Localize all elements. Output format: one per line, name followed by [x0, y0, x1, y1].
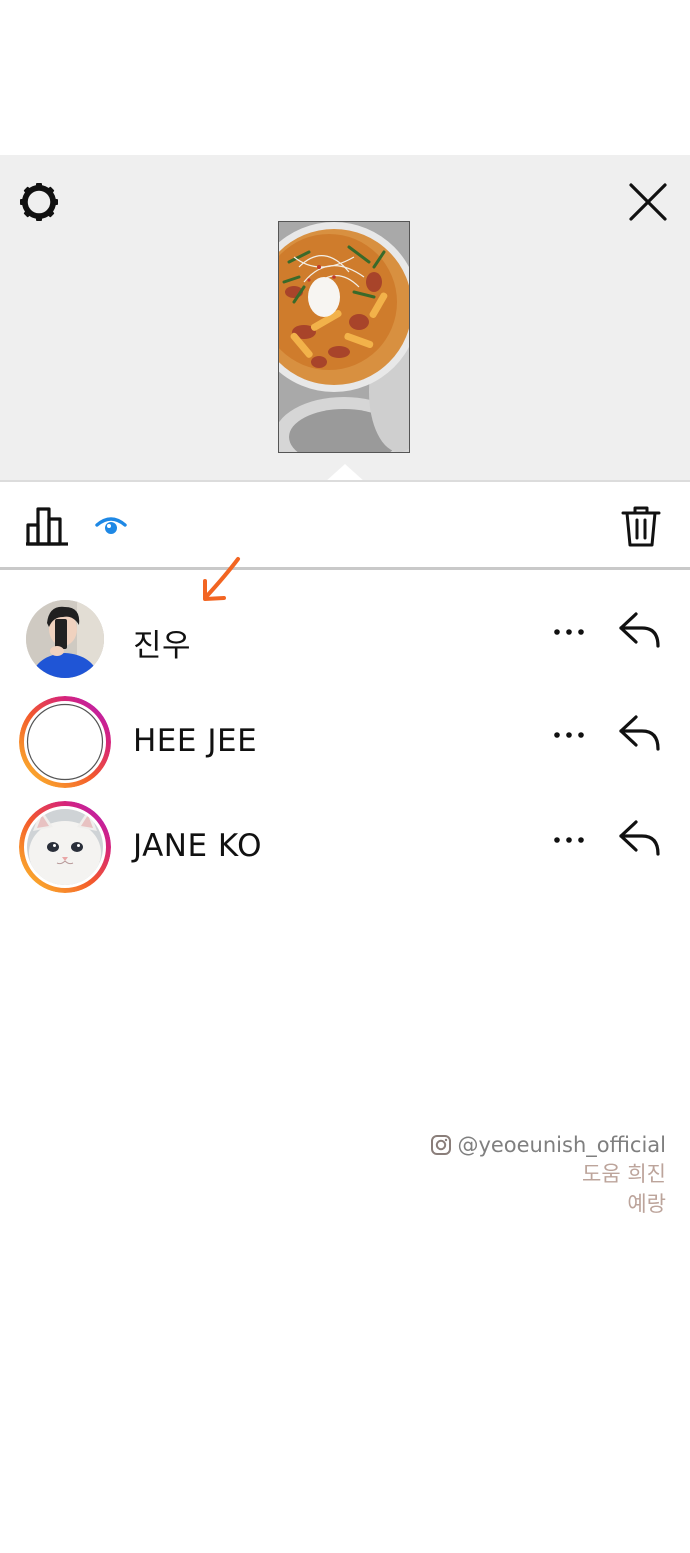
close-button[interactable] [626, 180, 670, 224]
reply-button[interactable] [616, 713, 664, 753]
reply-button[interactable] [616, 818, 664, 858]
story-thumbnail[interactable] [278, 221, 410, 453]
viewer-row[interactable]: JANE KO [0, 798, 690, 898]
reply-arrow-icon [619, 820, 660, 856]
credit-handle-row: @yeoeunish_official [430, 1133, 666, 1157]
viewer-row[interactable]: 진우 [0, 590, 690, 690]
instagram-icon [431, 1135, 452, 1155]
top-whitespace [0, 0, 690, 155]
close-icon [629, 183, 667, 221]
author-credit: @yeoeunish_official 도움 희진 예랑 [430, 1133, 666, 1217]
avatar[interactable] [19, 801, 111, 893]
reply-arrow-icon [619, 612, 660, 648]
settings-button[interactable] [17, 180, 61, 224]
more-icon [554, 629, 584, 635]
eye-icon [95, 517, 127, 534]
viewer-name[interactable]: HEE JEE [133, 723, 257, 759]
divider [0, 567, 690, 570]
views-button[interactable] [93, 511, 129, 539]
viewer-name[interactable]: 진우 [133, 620, 191, 665]
delete-button[interactable] [620, 504, 662, 548]
more-options-button[interactable] [551, 830, 587, 850]
reply-button[interactable] [616, 610, 664, 650]
viewer-name[interactable]: JANE KO [133, 828, 262, 864]
insights-button[interactable] [24, 503, 70, 547]
avatar[interactable] [19, 696, 111, 788]
credit-helpers: 예랑 [627, 1192, 666, 1216]
more-icon [554, 732, 584, 738]
reply-arrow-icon [619, 715, 660, 751]
more-icon [554, 837, 584, 843]
more-options-button[interactable] [551, 622, 587, 642]
trash-icon [621, 506, 661, 547]
credit-helpers: 도움 희진 [582, 1162, 666, 1186]
bar-chart-icon [26, 507, 68, 546]
credit-handle: @yeoeunish_official [457, 1133, 666, 1157]
viewer-row[interactable]: HEE JEE [0, 693, 690, 793]
avatar[interactable] [19, 593, 111, 685]
more-options-button[interactable] [551, 725, 587, 745]
food-dish-image [279, 222, 409, 452]
